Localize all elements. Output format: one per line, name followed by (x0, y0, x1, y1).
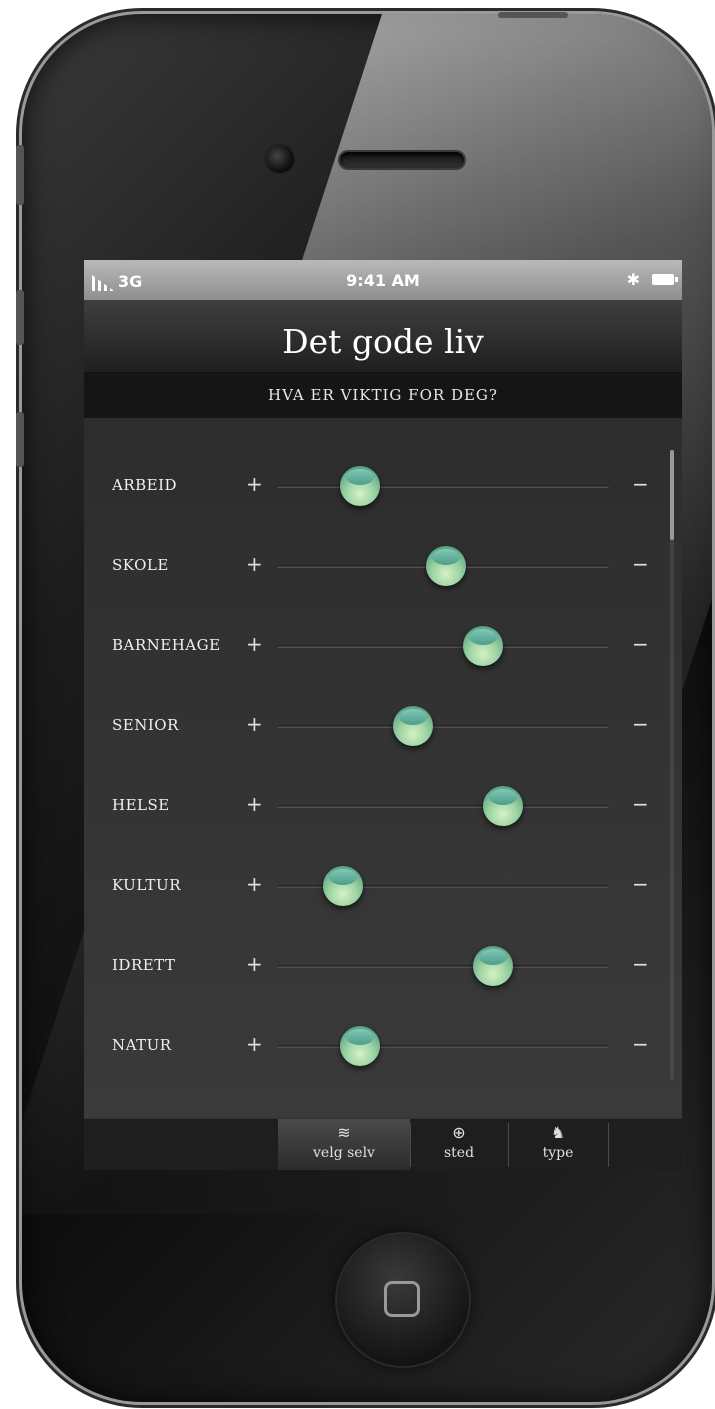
minus-icon[interactable]: − (632, 872, 649, 896)
slider-knob[interactable] (462, 626, 503, 666)
plus-icon[interactable]: + (246, 712, 263, 736)
tab-velg-selv[interactable]: ≋ velg selv (278, 1119, 410, 1170)
section-header: HVA ER VIKTIG FOR DEG? (84, 373, 682, 418)
slider-track[interactable] (277, 805, 609, 808)
slider-track[interactable] (277, 965, 609, 968)
home-square-icon (384, 1281, 420, 1317)
minus-icon[interactable]: − (632, 952, 649, 976)
slider-knob[interactable] (393, 706, 434, 746)
slider-list[interactable]: ARBEID + − SKOLE + − BARNEHAGE + − SENIOR + − HELSE +… (84, 418, 682, 1118)
slider-track[interactable] (277, 485, 609, 488)
crosshair-icon: ⊕ (452, 1123, 466, 1142)
plus-icon[interactable]: + (246, 872, 263, 896)
slider-row-helse: HELSE + − (84, 786, 682, 826)
tab-label: velg selv (313, 1145, 375, 1161)
slider-row-senior: SENIOR + − (84, 706, 682, 746)
earpiece-speaker (340, 152, 464, 168)
slider-knob[interactable] (472, 946, 513, 986)
tab-divider (608, 1123, 609, 1167)
slider-track[interactable] (277, 645, 609, 648)
slider-row-kultur: KULTUR + − (84, 866, 682, 906)
plus-icon[interactable]: + (246, 792, 263, 816)
slider-label: HELSE (112, 796, 170, 814)
minus-icon[interactable]: − (632, 1032, 649, 1056)
navigation-bar: Det gode liv (84, 300, 682, 373)
minus-icon[interactable]: − (632, 792, 649, 816)
bluetooth-icon: ✱ (626, 270, 640, 289)
slider-label: ARBEID (112, 476, 178, 494)
slider-label: SENIOR (112, 716, 179, 734)
minus-icon[interactable]: − (632, 472, 649, 496)
slider-knob[interactable] (482, 786, 523, 826)
status-time: 9:41 AM (346, 271, 420, 290)
status-bar: 3G 9:41 AM ✱ (84, 260, 682, 300)
front-camera (266, 145, 294, 173)
volume-up-button[interactable] (16, 290, 24, 345)
volume-down-button[interactable] (16, 412, 24, 467)
slider-row-natur: NATUR + − (84, 1026, 682, 1066)
minus-icon[interactable]: − (632, 552, 649, 576)
tab-sted[interactable]: ⊕ sted (410, 1119, 508, 1170)
app-title: Det gode liv (282, 322, 484, 361)
slider-label: SKOLE (112, 556, 169, 574)
slider-label: NATUR (112, 1036, 172, 1054)
plus-icon[interactable]: + (246, 952, 263, 976)
minus-icon[interactable]: − (632, 632, 649, 656)
slider-row-arbeid: ARBEID + − (84, 466, 682, 506)
slider-knob[interactable] (426, 546, 467, 586)
slider-row-idrett: IDRETT + − (84, 946, 682, 986)
minus-icon[interactable]: − (632, 712, 649, 736)
slider-row-barnehage: BARNEHAGE + − (84, 626, 682, 666)
app-screen: 3G 9:41 AM ✱ Det gode liv HVA ER VIKTIG … (84, 260, 682, 1170)
slider-knob[interactable] (323, 866, 364, 906)
slider-knob[interactable] (340, 466, 380, 506)
tab-type[interactable]: ♞ type (508, 1119, 608, 1170)
power-button[interactable] (498, 12, 568, 18)
slider-label: KULTUR (112, 876, 181, 894)
tab-label: type (542, 1145, 574, 1161)
slider-row-skole: SKOLE + − (84, 546, 682, 586)
slider-track[interactable] (277, 1045, 609, 1048)
plus-icon[interactable]: + (246, 472, 263, 496)
tab-label: sted (443, 1145, 475, 1161)
plus-icon[interactable]: + (246, 1032, 263, 1056)
plus-icon[interactable]: + (246, 632, 263, 656)
slider-label: IDRETT (112, 956, 176, 974)
mute-switch[interactable] (16, 145, 24, 205)
battery-icon (652, 274, 678, 285)
sliders-icon: ≋ (337, 1123, 351, 1142)
slider-track[interactable] (277, 725, 609, 728)
slider-knob[interactable] (340, 1026, 380, 1066)
tab-bar: ≋ velg selv ⊕ sted ♞ type (84, 1118, 682, 1170)
plus-icon[interactable]: + (246, 552, 263, 576)
dog-icon: ♞ (550, 1123, 566, 1142)
slider-label: BARNEHAGE (112, 636, 221, 654)
home-button[interactable] (337, 1234, 469, 1366)
